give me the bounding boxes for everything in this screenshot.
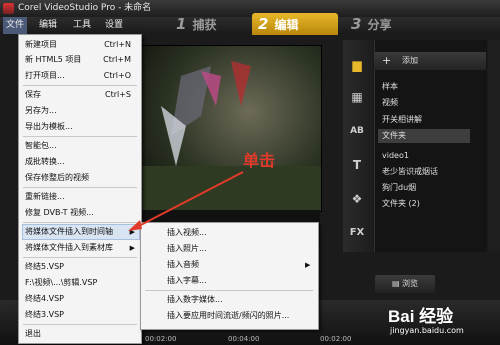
watermark-url: jingyan.baidu.com [390,326,464,335]
annotation-text: 单击 [243,151,276,170]
watermark: Bai 经验 jingyan.baidu.com [382,300,500,345]
watermark-logo: Bai 经验 [388,307,454,326]
annotation-arrow [128,171,244,231]
